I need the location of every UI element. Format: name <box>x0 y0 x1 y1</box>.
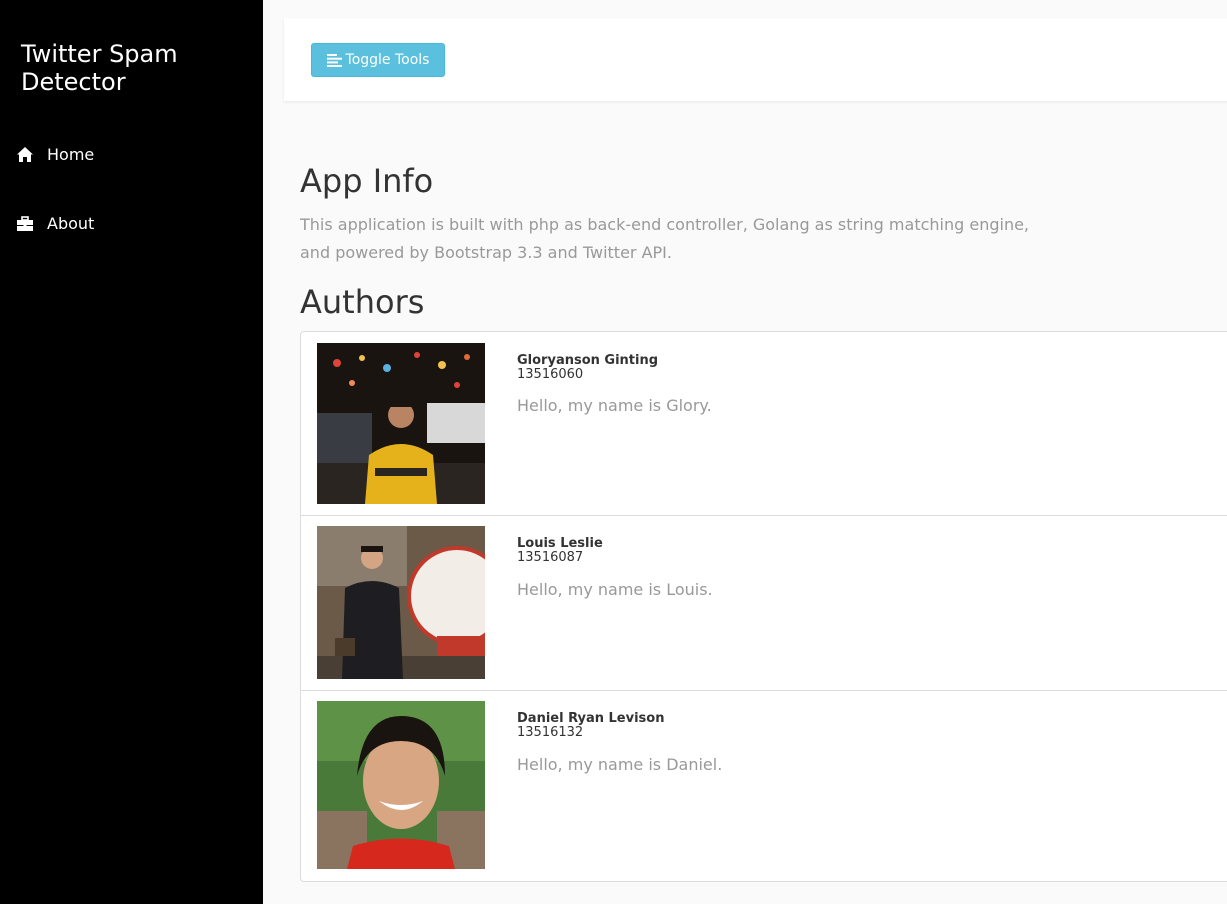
author-name: Daniel Ryan Levison <box>517 711 665 726</box>
briefcase-icon <box>17 215 33 231</box>
author-photo <box>317 343 485 504</box>
author-id: 13516087 <box>517 550 584 565</box>
list-item: Gloryanson Ginting 13516060 Hello, my na… <box>301 332 1227 516</box>
app-info-heading: App Info <box>300 162 434 200</box>
author-bio: Hello, my name is Daniel. <box>517 755 723 774</box>
toggle-tools-button[interactable]: Toggle Tools <box>311 43 445 77</box>
toggle-tools-label: Toggle Tools <box>345 52 430 68</box>
sidebar-item-label: About <box>47 214 95 233</box>
sidebar-item-home[interactable]: Home <box>16 145 94 164</box>
author-name: Louis Leslie <box>517 536 603 551</box>
app-info-description: This application is built with php as ba… <box>300 215 1030 262</box>
author-photo <box>317 526 485 679</box>
sidebar-item-label: Home <box>47 145 95 164</box>
list-item: Louis Leslie 13516087 Hello, my name is … <box>301 516 1227 691</box>
authors-list: Gloryanson Ginting 13516060 Hello, my na… <box>300 331 1227 882</box>
author-id: 13516132 <box>517 725 584 740</box>
author-photo <box>317 701 485 869</box>
sidebar-item-about[interactable]: About <box>16 214 94 233</box>
align-left-icon <box>326 53 342 67</box>
sidebar: Twitter Spam Detector Home About <box>0 0 263 904</box>
author-bio: Hello, my name is Glory. <box>517 396 712 415</box>
author-name: Gloryanson Ginting <box>517 353 659 368</box>
author-bio: Hello, my name is Louis. <box>517 580 713 599</box>
home-icon <box>17 146 33 162</box>
list-item: Daniel Ryan Levison 13516132 Hello, my n… <box>301 691 1227 883</box>
authors-heading: Authors <box>300 283 425 321</box>
author-id: 13516060 <box>517 367 584 382</box>
top-toolbar: Toggle Tools <box>284 18 1227 101</box>
brand-title: Twitter Spam Detector <box>21 40 178 96</box>
